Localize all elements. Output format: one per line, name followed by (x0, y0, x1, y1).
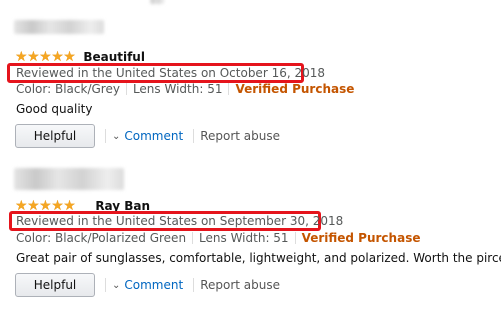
helpful-button[interactable]: Helpful (15, 273, 95, 297)
reviewer-avatar-2 (14, 168, 124, 190)
review-meta: Color: Black/Polarized Green Lens Width:… (16, 231, 420, 245)
verified-purchase-badge: Verified Purchase (235, 82, 355, 96)
divider (193, 278, 195, 292)
star-icon: ★ (51, 49, 64, 65)
comment-link[interactable]: ⌄ Comment (112, 129, 183, 143)
color-variant-link[interactable]: Color: Black/Grey (16, 82, 120, 96)
star-icon: ★ (63, 49, 76, 65)
review-date: Reviewed in the United States on Septemb… (16, 214, 344, 228)
divider (193, 129, 195, 143)
comment-label: Comment (124, 129, 184, 143)
color-variant-link[interactable]: Color: Black/Polarized Green (16, 231, 186, 245)
review-body: Great pair of sunglasses, comfortable, l… (16, 251, 501, 265)
review-actions: Helpful ⌄ Comment Report abuse (15, 273, 280, 297)
star-icon: ★ (39, 49, 52, 65)
reviewer-avatar-1 (14, 20, 104, 34)
star-icon: ★ (27, 49, 40, 65)
review-actions: Helpful ⌄ Comment Report abuse (15, 124, 280, 148)
report-abuse-link[interactable]: Report abuse (200, 129, 280, 143)
divider (105, 129, 106, 143)
caret-down-icon: ⌄ (112, 279, 121, 291)
star-icon: ★ (15, 49, 28, 65)
reviewer-name-blur-1 (150, 0, 164, 4)
comment-label: Comment (124, 278, 184, 292)
lens-width-link[interactable]: Lens Width: 51 (133, 82, 223, 96)
comment-link[interactable]: ⌄ Comment (112, 278, 183, 292)
review-title[interactable]: Beautiful (83, 50, 145, 64)
caret-down-icon: ⌄ (112, 130, 121, 142)
star-rating-1[interactable]: ★ ★ ★ ★ ★ (15, 49, 76, 65)
helpful-button[interactable]: Helpful (15, 124, 95, 148)
divider (192, 232, 194, 244)
review-date: Reviewed in the United States on October… (16, 66, 325, 80)
verified-purchase-badge: Verified Purchase (301, 231, 421, 245)
review-1-stars-row: ★ ★ ★ ★ ★ Beautiful (15, 50, 145, 64)
divider (294, 232, 296, 244)
review-meta: Color: Black/Grey Lens Width: 51 Verifie… (16, 82, 354, 96)
review-body: Good quality (16, 102, 93, 116)
lens-width-link[interactable]: Lens Width: 51 (199, 231, 289, 245)
divider (125, 83, 127, 95)
divider (105, 278, 106, 292)
divider (228, 83, 230, 95)
report-abuse-link[interactable]: Report abuse (200, 278, 280, 292)
